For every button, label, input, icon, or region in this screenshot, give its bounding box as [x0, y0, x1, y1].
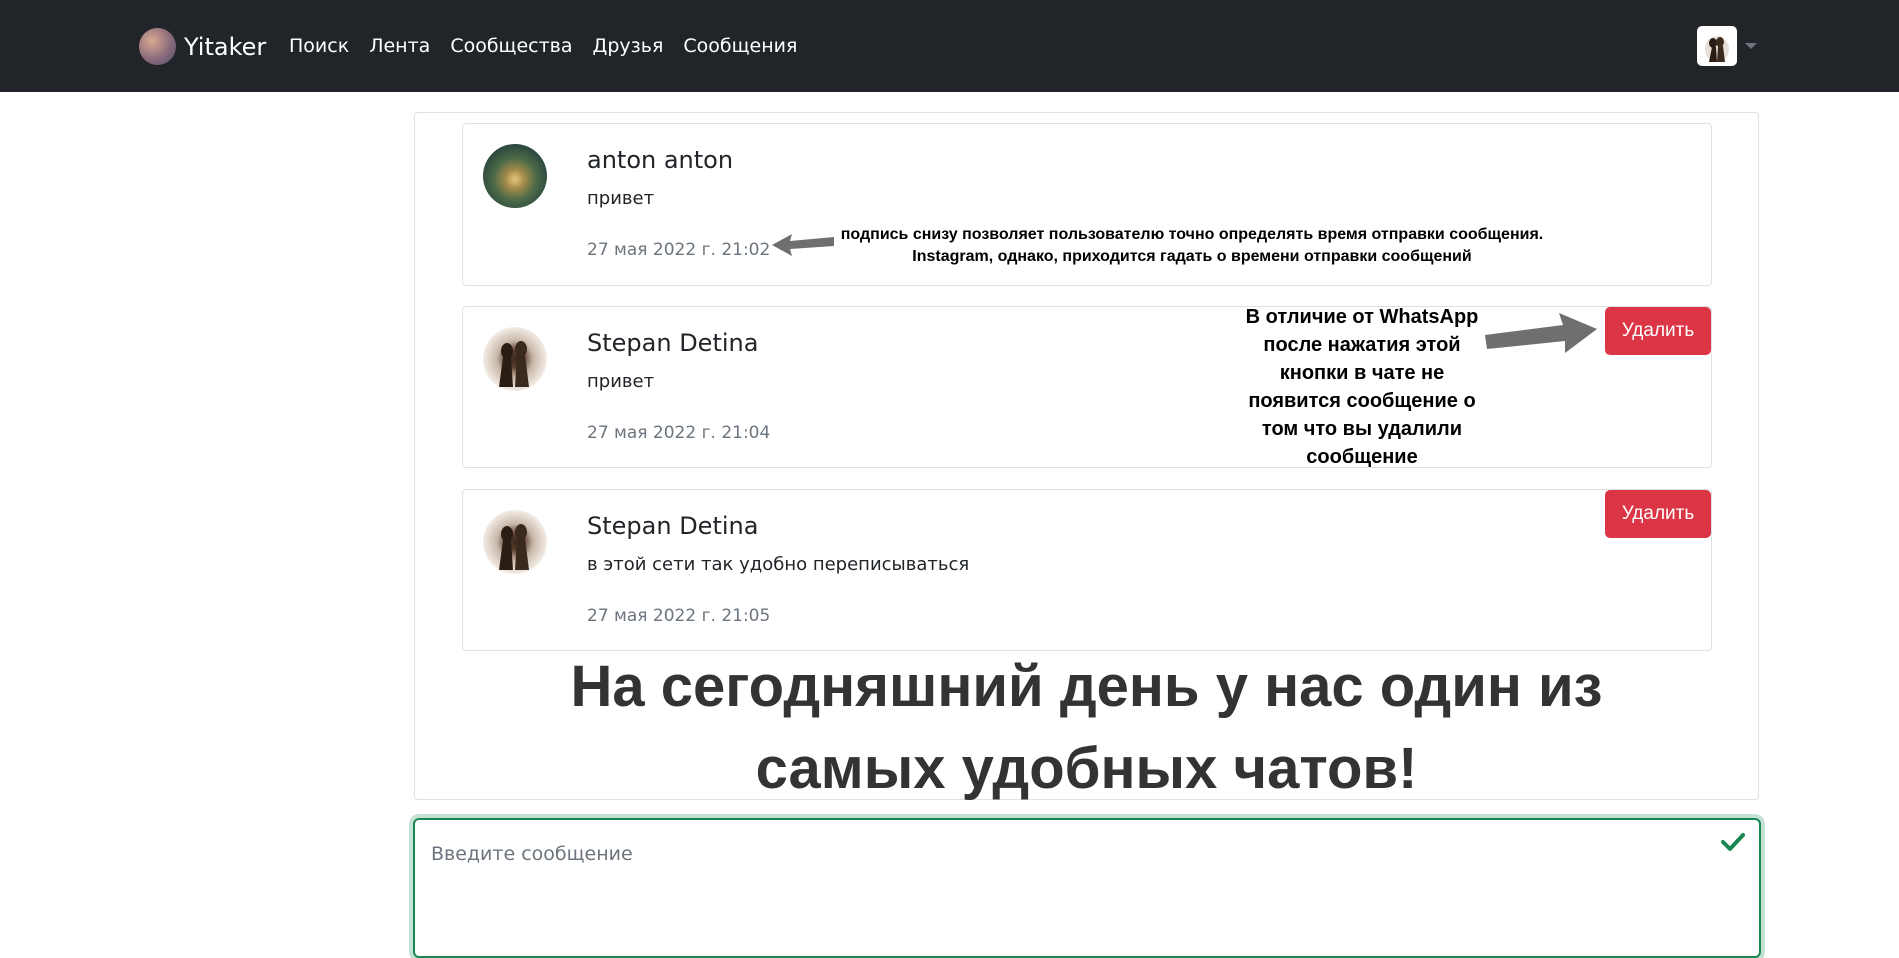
user-avatar — [1697, 26, 1737, 66]
delete-annotation: В отличие от WhatsApp после нажатия этой… — [1245, 306, 1479, 468]
promo-headline: На сегодняшний день у нас один из самых … — [570, 654, 1603, 801]
nav-link-search[interactable]: Поиск — [289, 35, 349, 57]
person-silhouette-icon — [499, 341, 529, 387]
sender-avatar[interactable] — [483, 144, 547, 208]
message-text: привет — [587, 188, 655, 209]
timestamp-annotation: подпись снизу позволяет пользователю точ… — [840, 226, 1544, 265]
message-timestamp: 27 мая 2022 г. 21:05 — [587, 606, 771, 626]
message-card: Stepan Detina в этой сети так удобно пер… — [462, 489, 1712, 651]
message-timestamp: 27 мая 2022 г. 21:04 — [587, 423, 771, 443]
annotation-arrow-right-icon — [1485, 313, 1597, 353]
person-silhouette-icon — [499, 524, 529, 570]
valid-check-icon — [1721, 833, 1745, 851]
delete-message-button[interactable]: Удалить — [1605, 490, 1711, 538]
message-input[interactable] — [431, 834, 1711, 874]
top-navbar: Yitaker Поиск Лента Сообщества Друзья Со… — [0, 0, 1899, 92]
sender-avatar[interactable] — [483, 327, 547, 391]
brand-logo-icon — [139, 28, 176, 65]
sender-name[interactable]: anton anton — [587, 146, 733, 174]
nav-link-messages[interactable]: Сообщения — [683, 35, 797, 57]
message-timestamp: 27 мая 2022 г. 21:02 — [587, 240, 771, 260]
message-text: в этой сети так удобно переписываться — [587, 554, 970, 575]
chevron-down-icon — [1745, 43, 1757, 49]
brand-name: Yitaker — [184, 32, 267, 61]
nav-link-feed[interactable]: Лента — [369, 35, 430, 57]
brand-link[interactable]: Yitaker — [139, 28, 266, 65]
main-nav: Поиск Лента Сообщества Друзья Сообщения — [289, 35, 797, 57]
delete-message-button[interactable]: Удалить — [1605, 307, 1711, 355]
sender-name[interactable]: Stepan Detina — [587, 329, 758, 357]
nav-link-communities[interactable]: Сообщества — [450, 35, 572, 57]
sender-name[interactable]: Stepan Detina — [587, 512, 758, 540]
nav-link-friends[interactable]: Друзья — [593, 35, 664, 57]
user-menu-toggle[interactable] — [1697, 26, 1757, 66]
sender-avatar[interactable] — [483, 510, 547, 574]
person-silhouette-icon — [1705, 36, 1729, 62]
message-composer — [413, 818, 1761, 958]
message-text: привет — [587, 371, 655, 392]
